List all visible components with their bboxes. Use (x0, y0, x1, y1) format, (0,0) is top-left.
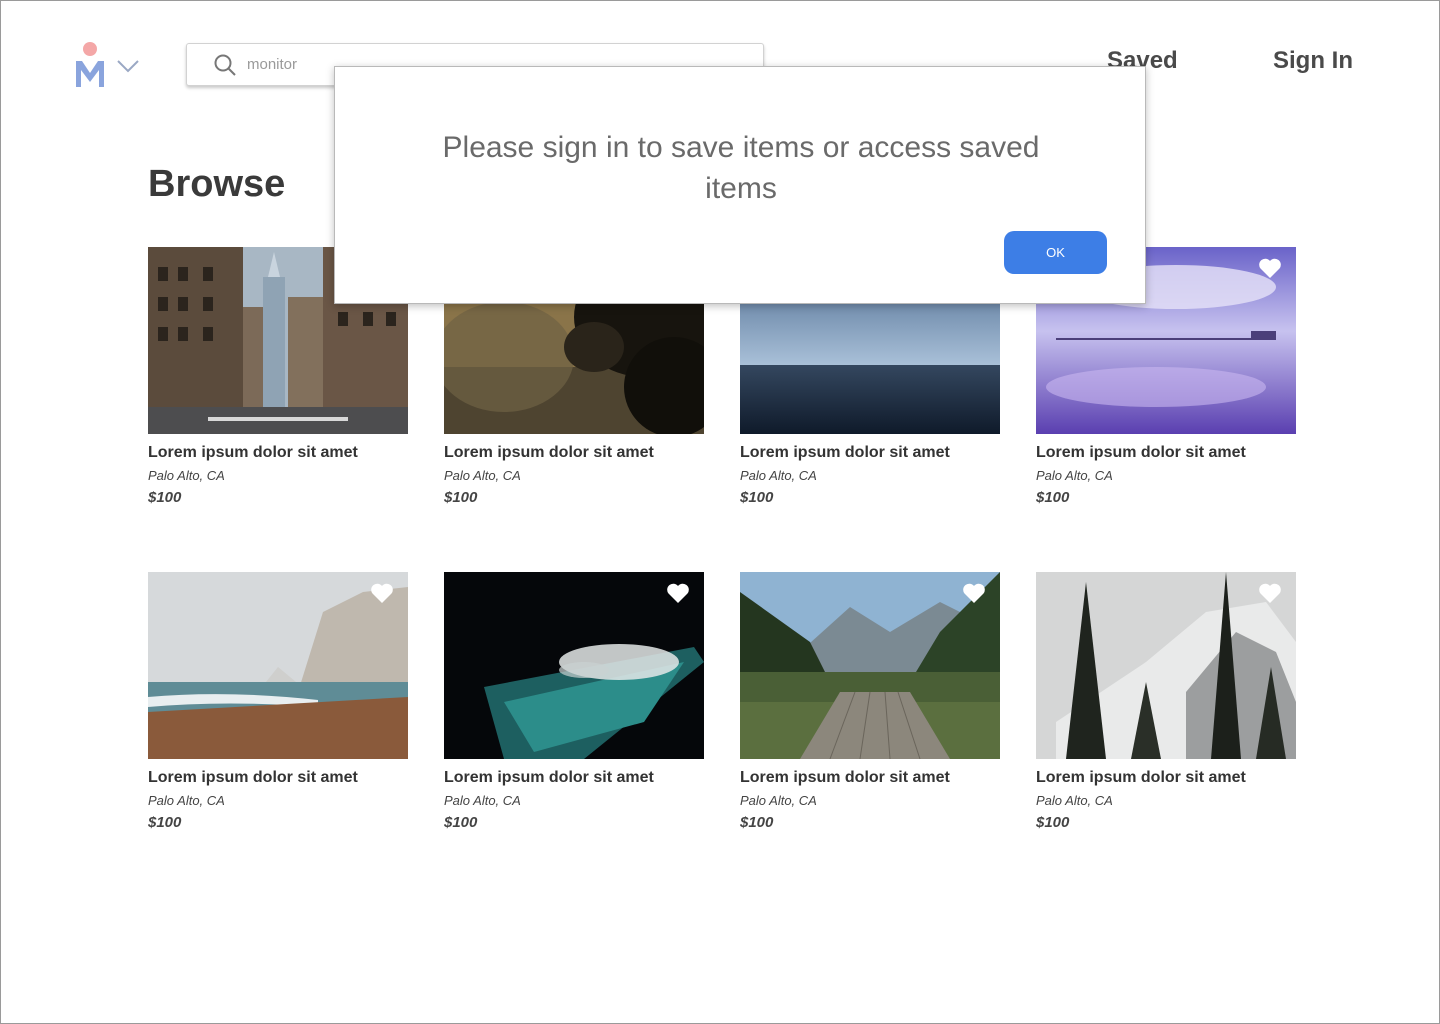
dialog-message: Please sign in to save items or access s… (442, 131, 1040, 205)
listing-title[interactable]: Lorem ipsum dolor sit amet (444, 769, 704, 787)
listing-title[interactable]: Lorem ipsum dolor sit amet (1036, 769, 1296, 787)
heart-icon[interactable] (1258, 257, 1282, 279)
listing-photo (444, 572, 704, 759)
listing-price: $100 (444, 814, 478, 831)
listing-title[interactable]: Lorem ipsum dolor sit amet (148, 769, 408, 787)
listing-title[interactable]: Lorem ipsum dolor sit amet (740, 769, 1000, 787)
listing-location: Palo Alto, CA (444, 468, 521, 483)
heart-icon[interactable] (1258, 582, 1282, 604)
listing-price: $100 (444, 489, 478, 506)
listing-card[interactable]: Lorem ipsum dolor sit amet Palo Alto, CA… (1036, 572, 1296, 842)
sign-in-required-dialog: Please sign in to save items or access s… (334, 66, 1146, 304)
listing-photo (1036, 572, 1296, 759)
heart-icon[interactable] (370, 582, 394, 604)
listing-price: $100 (740, 814, 774, 831)
listing-title[interactable]: Lorem ipsum dolor sit amet (1036, 444, 1296, 462)
listing-image[interactable] (148, 572, 408, 759)
listing-location: Palo Alto, CA (740, 468, 817, 483)
listing-image[interactable] (1036, 572, 1296, 759)
listing-photo (740, 572, 1000, 759)
listing-title[interactable]: Lorem ipsum dolor sit amet (148, 444, 408, 462)
listing-location: Palo Alto, CA (1036, 468, 1113, 483)
chevron-down-icon[interactable] (115, 57, 141, 75)
listing-price: $100 (1036, 489, 1070, 506)
page-frame: monitor Saved Sign In Browse Lorem ipsum… (0, 0, 1440, 1024)
listing-price: $100 (740, 489, 774, 506)
listing-title[interactable]: Lorem ipsum dolor sit amet (444, 444, 704, 462)
heart-icon[interactable] (666, 582, 690, 604)
ok-button[interactable]: OK (1004, 231, 1107, 274)
listing-image[interactable] (444, 572, 704, 759)
listing-card[interactable]: Lorem ipsum dolor sit amet Palo Alto, CA… (148, 572, 408, 842)
listing-title[interactable]: Lorem ipsum dolor sit amet (740, 444, 1000, 462)
heart-icon[interactable] (962, 582, 986, 604)
listing-location: Palo Alto, CA (740, 793, 817, 808)
page-title: Browse (148, 163, 286, 205)
listing-location: Palo Alto, CA (148, 793, 225, 808)
search-input[interactable]: monitor (247, 56, 297, 73)
search-icon (214, 54, 236, 76)
listing-photo (148, 572, 408, 759)
listing-image[interactable] (740, 572, 1000, 759)
listing-location: Palo Alto, CA (148, 468, 225, 483)
listing-location: Palo Alto, CA (1036, 793, 1113, 808)
sign-in-link[interactable]: Sign In (1273, 47, 1353, 75)
listing-price: $100 (1036, 814, 1070, 831)
listing-location: Palo Alto, CA (444, 793, 521, 808)
listing-price: $100 (148, 489, 182, 506)
listing-card[interactable]: Lorem ipsum dolor sit amet Palo Alto, CA… (740, 572, 1000, 842)
listing-card[interactable]: Lorem ipsum dolor sit amet Palo Alto, CA… (444, 572, 704, 842)
listing-price: $100 (148, 814, 182, 831)
logo[interactable] (73, 41, 107, 89)
